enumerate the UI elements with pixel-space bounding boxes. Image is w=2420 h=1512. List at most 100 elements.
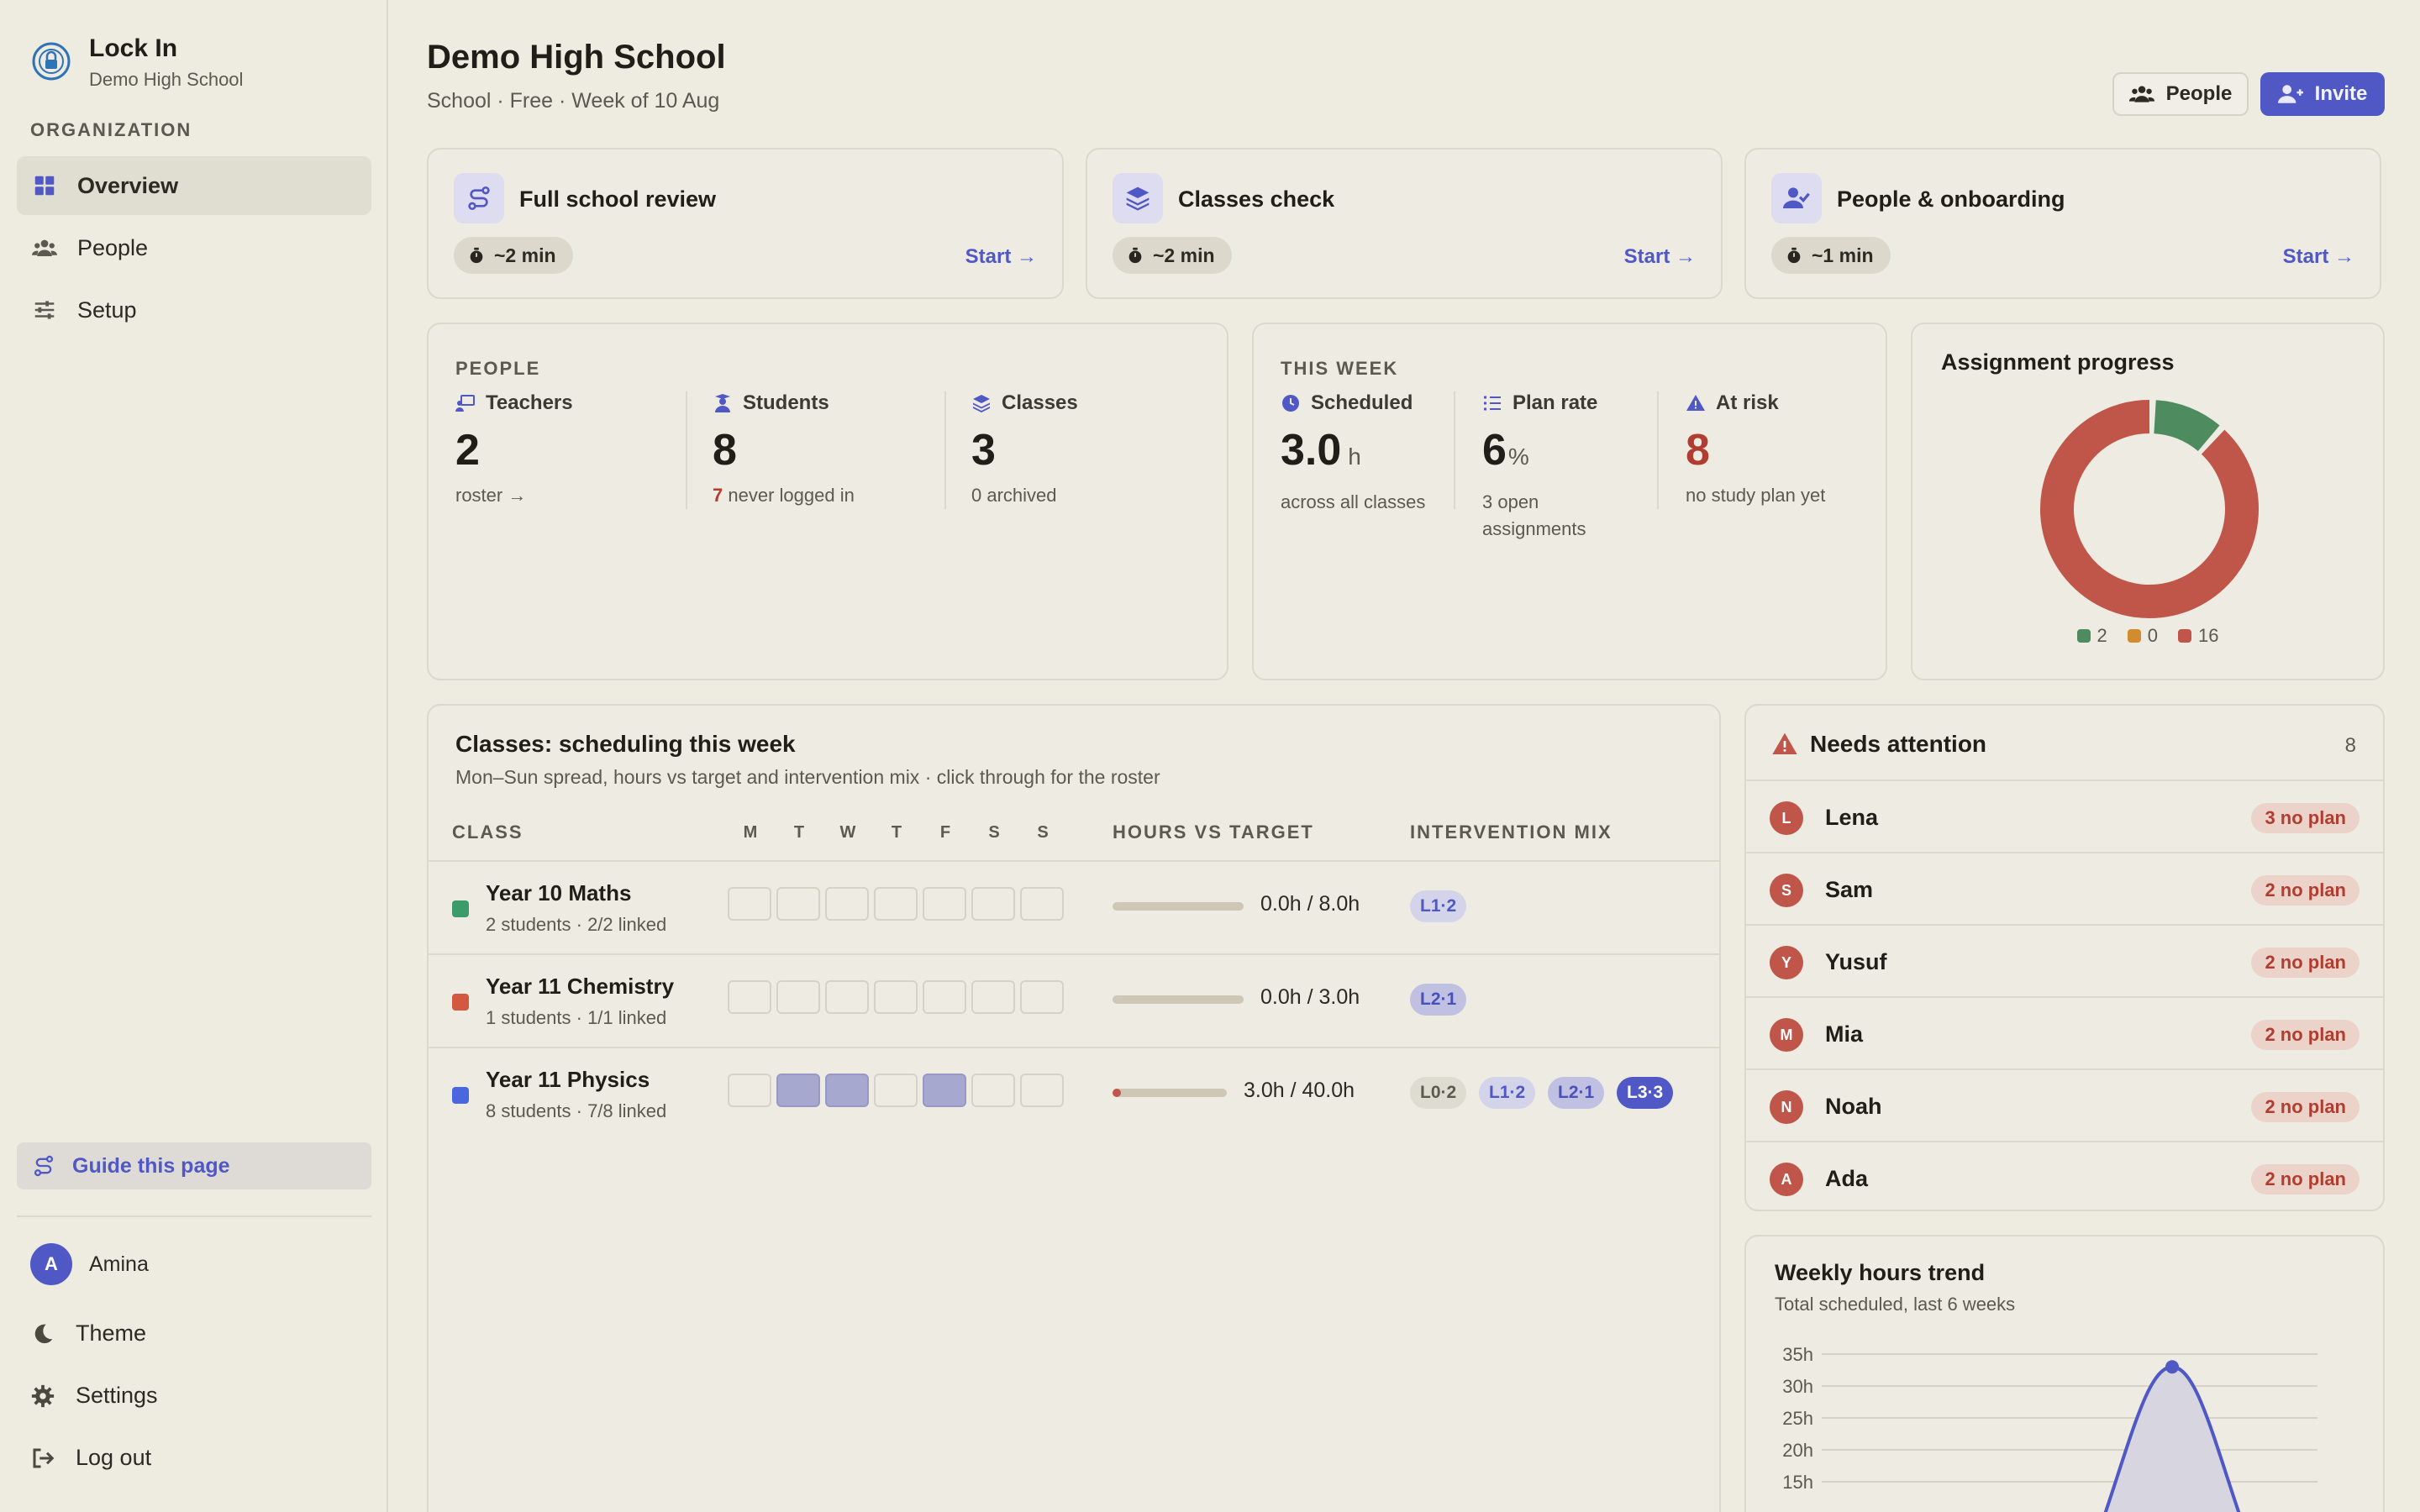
y-tick-label: 30h: [1782, 1376, 1813, 1397]
time-label: ~2 min: [494, 244, 556, 266]
route-icon: [34, 1155, 54, 1177]
guide-page-button[interactable]: Guide this page: [17, 1142, 371, 1189]
assignment-progress-title: Assignment progress: [1941, 349, 2175, 375]
sidebar-item-people[interactable]: People: [17, 218, 371, 277]
users-icon: [32, 239, 57, 256]
legend-swatch: [2076, 629, 2091, 643]
stopwatch-icon: [1787, 247, 1801, 264]
brand[interactable]: Lock In Demo High School: [30, 34, 243, 91]
at-risk-label: At risk: [1716, 391, 1779, 414]
scheduled-stat: Scheduled 3.0 h across all classes: [1281, 391, 1432, 516]
status-badge: 2 no plan: [2251, 1164, 2360, 1194]
sidebar-item-label: Overview: [77, 172, 179, 198]
scheduled-unit: h: [1348, 444, 1361, 470]
sidebar-item-setup[interactable]: Setup: [17, 281, 371, 339]
layers-icon-svg: [1126, 186, 1150, 211]
theme-toggle[interactable]: Theme: [30, 1320, 146, 1347]
col-mix: INTERVENTION MIX: [1410, 822, 1612, 843]
invite-button[interactable]: Invite: [2260, 72, 2385, 116]
quick-card-classes-check[interactable]: Classes check ~2 min Start →: [1086, 148, 1723, 299]
sidebar-item-label: Setup: [77, 297, 137, 323]
teachers-stat[interactable]: Teachers 2 roster →: [455, 391, 573, 509]
list-item[interactable]: Y Yusuf 2 no plan: [1746, 924, 2383, 996]
stat-divider: [1454, 391, 1455, 509]
day-cell: [874, 1074, 918, 1107]
class-meta: 2 students · 2/2 linked: [486, 914, 667, 935]
donut-segment: [2153, 400, 2220, 452]
day-header: S: [988, 823, 1000, 842]
route-icon-svg: [468, 186, 490, 210]
sidebar-item-label: People: [77, 234, 149, 260]
day-header: F: [939, 823, 951, 842]
time-badge: ~2 min: [454, 237, 573, 274]
lock-logo-icon: [32, 42, 71, 81]
hours-vs-target: 0.0h / 8.0h: [1260, 892, 1360, 916]
day-cell: [1020, 887, 1064, 921]
trend-point[interactable]: [2165, 1360, 2180, 1374]
plan-rate-unit: %: [1507, 444, 1529, 470]
list-item[interactable]: N Noah 2 no plan: [1746, 1068, 2383, 1141]
day-cell: [825, 980, 869, 1014]
day-cell: [728, 1074, 771, 1107]
student-name: Yusuf: [1825, 949, 1887, 974]
logout-link[interactable]: Log out: [30, 1445, 151, 1471]
people-button[interactable]: People: [2112, 72, 2249, 116]
y-tick-label: 35h: [1782, 1344, 1813, 1365]
hours-progress-fill: [1113, 1089, 1122, 1097]
intervention-chip: L1·2: [1479, 1077, 1536, 1109]
week-section-label: THIS WEEK: [1281, 358, 1399, 379]
status-badge: 3 no plan: [2251, 803, 2360, 833]
quick-card-people-onboarding[interactable]: People & onboarding ~1 min Start →: [1744, 148, 2381, 299]
weekly-trend-chart: 35h 30h 25h 20h 15h: [1782, 1344, 2317, 1512]
day-cell: [825, 1074, 869, 1107]
weekly-trend-card: Weekly hours trend Total scheduled, last…: [1744, 1235, 2385, 1512]
day-cell: [1020, 980, 1064, 1014]
quick-card-full-review[interactable]: Full school review ~2 min Start →: [427, 148, 1064, 299]
sidebar-nav: Overview People Setup: [17, 156, 371, 343]
users-icon: [2128, 86, 2154, 102]
clock-icon: [1282, 395, 1299, 412]
page-subtitle: School · Free · Week of 10 Aug: [427, 89, 720, 113]
start-link[interactable]: Start →: [965, 245, 1037, 269]
roster-link[interactable]: roster →: [455, 482, 573, 509]
classes-value: 3: [971, 426, 996, 475]
route-icon: [454, 173, 504, 223]
brand-subtitle: Demo High School: [89, 69, 244, 90]
classes-stat[interactable]: Classes 3 0 archived: [971, 391, 1078, 509]
user-menu[interactable]: A Amina: [30, 1243, 149, 1285]
list-item[interactable]: S Sam 2 no plan: [1746, 852, 2383, 924]
scheduled-label: Scheduled: [1311, 391, 1413, 414]
time-label: ~1 min: [1812, 244, 1874, 266]
hours-progress-bar: [1113, 902, 1244, 911]
stat-divider: [1657, 391, 1659, 509]
assignment-donut: [2040, 400, 2259, 618]
this-week-card: THIS WEEK Scheduled 3.0 h across all clas…: [1252, 323, 1887, 680]
table-row[interactable]: Year 10 Maths 2 students · 2/2 linked 0.0h…: [429, 862, 1719, 954]
start-link[interactable]: Start →: [2283, 245, 2354, 269]
start-link[interactable]: Start →: [1624, 245, 1696, 269]
avatar: L: [1770, 801, 1803, 835]
people-section-label: PEOPLE: [455, 358, 541, 379]
stat-divider: [944, 391, 946, 509]
settings-link[interactable]: Settings: [30, 1383, 158, 1409]
needs-attention-title: Needs attention: [1810, 731, 1987, 757]
table-row[interactable]: Year 11 Chemistry 1 students · 1/1 linked…: [429, 955, 1719, 1047]
classes-subtitle: Mon–Sun spread, hours vs target and inte…: [455, 766, 1160, 788]
plan-rate-note: 3 open assignments: [1482, 491, 1586, 539]
students-stat[interactable]: Students 8 7 never logged in: [713, 391, 855, 509]
list-item[interactable]: A Ada 2 no plan: [1746, 1141, 2383, 1213]
sidebar-item-overview[interactable]: Overview: [17, 156, 371, 215]
user-plus-icon: [2277, 85, 2303, 103]
time-badge: ~2 min: [1113, 237, 1232, 274]
trend-area: [2105, 1367, 2239, 1512]
list-item[interactable]: M Mia 2 no plan: [1746, 996, 2383, 1068]
user-check-icon: [1771, 173, 1822, 223]
moon-icon: [34, 1324, 53, 1343]
student-name: Ada: [1825, 1166, 1869, 1191]
table-row[interactable]: Year 11 Physics 8 students · 7/8 linked 3.…: [429, 1048, 1719, 1141]
y-tick-label: 25h: [1782, 1408, 1813, 1429]
logout-icon: [33, 1448, 55, 1467]
day-cell: [971, 1074, 1015, 1107]
scheduled-value: 3.0: [1281, 426, 1342, 475]
list-item[interactable]: L Lena 3 no plan: [1746, 780, 2383, 852]
